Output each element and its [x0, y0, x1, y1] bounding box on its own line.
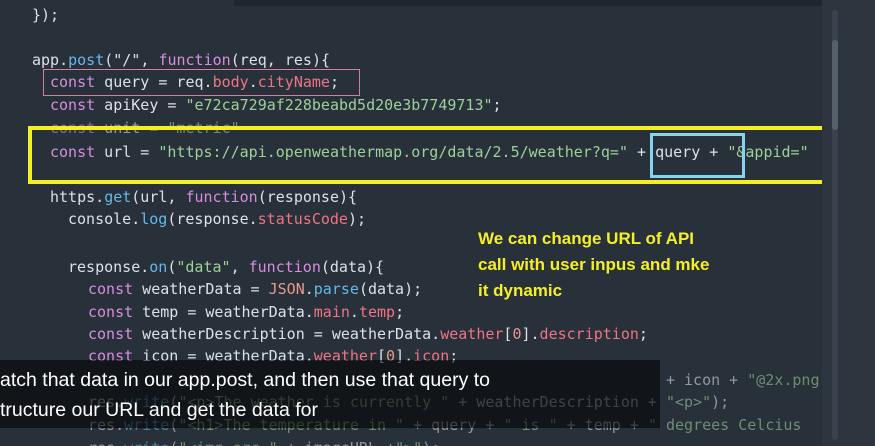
code-line: https.get(url, function(response){ [50, 186, 357, 209]
code-token: weather [440, 325, 504, 343]
code-token: "@2x.png" [747, 371, 822, 389]
code-token: temp [358, 303, 396, 321]
annotation-line: We can change URL of API [478, 229, 695, 248]
code-token: " degrees Celcius [647, 416, 802, 434]
code-token: response. [68, 258, 150, 276]
editor-side-panel [822, 0, 875, 446]
code-token: "e72ca729af228beabd5d20e3b7749713" [185, 96, 493, 114]
code-token: res. [88, 439, 124, 446]
code-token: const [88, 280, 134, 298]
code-token: (data){ [320, 258, 385, 276]
code-token: (data); [358, 280, 423, 298]
query-highlight-box [43, 69, 360, 96]
code-line: console.log(response.statusCode); [68, 208, 366, 231]
code-token: (response){ [257, 188, 358, 206]
code-line: const weatherDescription = weatherData.w… [88, 323, 648, 346]
code-token: "data" [176, 258, 231, 276]
code-token: const [50, 96, 96, 114]
code-token: , [230, 258, 249, 276]
code-line: }); [32, 4, 59, 27]
code-token: console. [68, 210, 141, 228]
code-token: const [88, 325, 134, 343]
code-token: }); [32, 6, 60, 24]
annotation-line: it dynamic [478, 281, 563, 300]
code-token: ( [169, 439, 178, 446]
query-concat-highlight-box [650, 133, 745, 178]
code-token: description [539, 325, 639, 343]
code-token: ); [711, 393, 730, 411]
code-token: . [304, 280, 314, 298]
code-token: const [88, 303, 134, 321]
code-token: ; [638, 325, 648, 343]
code-line: const temp = weatherData.main.temp; [88, 301, 404, 324]
code-line: response.on("data", function(data){ [68, 256, 384, 279]
code-token: https. [50, 188, 105, 206]
annotation-note: We can change URL of API call with user … [478, 226, 778, 304]
code-token: + imageURL + [278, 439, 395, 446]
code-line: const apiKey = "e72ca729af228beabd5d20e3… [50, 94, 502, 117]
code-token: on [149, 258, 168, 276]
code-token: "<img src=" [178, 439, 277, 446]
code-token: JSON [268, 280, 305, 298]
annotation-line: call with user inpus and mke [478, 255, 710, 274]
video-frame: }); app.post("/", function(req, res){ co… [0, 0, 875, 446]
code-line: res.write("<img src=" + imageURL +">"); [88, 437, 440, 446]
code-token: parse [313, 280, 359, 298]
code-token: ; [492, 96, 502, 114]
code-line: const weatherData = JSON.parse(data); [88, 278, 422, 301]
code-token: function [158, 51, 231, 69]
code-token: (url, [131, 188, 186, 206]
code-token: . [349, 303, 359, 321]
code-token: post [68, 51, 105, 69]
code-token: ("/", [104, 51, 159, 69]
subtitle-line: tructure our URL and get the data for [0, 399, 318, 421]
video-subtitle: atch that data in our app.post, and then… [0, 360, 660, 428]
editor-top-strip [0, 0, 822, 6]
code-token: weatherDescription = weatherData. [133, 325, 441, 343]
code-token: apiKey = [95, 96, 186, 114]
code-token: function [248, 258, 321, 276]
subtitle-line: atch that data in our app.post, and then… [0, 369, 491, 391]
code-token: temp = weatherData. [133, 303, 314, 321]
code-token: ]. [521, 325, 540, 343]
code-token: function [185, 188, 258, 206]
code-token: (req, res){ [230, 51, 331, 69]
code-token: write [124, 439, 169, 446]
code-token: ">" [395, 439, 422, 446]
code-token: ); [347, 210, 367, 228]
code-token: "<p>" [666, 393, 712, 411]
code-token: ); [422, 439, 440, 446]
scrollbar-thumb[interactable] [832, 40, 838, 130]
code-token: log [140, 210, 168, 228]
code-token: (response. [167, 210, 258, 228]
code-token: ; [395, 303, 405, 321]
code-token: weatherData = [133, 280, 269, 298]
code-token: main [313, 303, 350, 321]
code-token: statusCode [257, 210, 348, 228]
code-token: app. [32, 51, 69, 69]
code-token: get [104, 188, 132, 206]
